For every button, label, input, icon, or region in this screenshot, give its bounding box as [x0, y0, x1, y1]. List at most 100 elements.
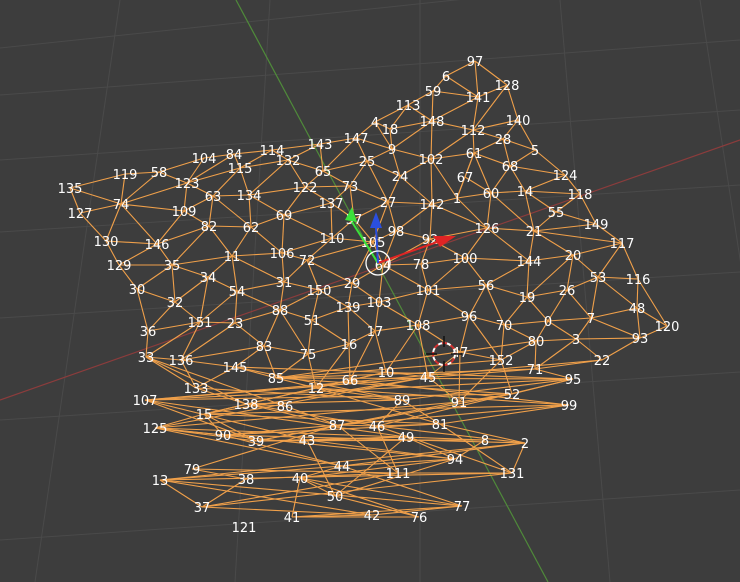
vertex-index-label: 0: [544, 315, 552, 330]
vertex-index-label: 110: [320, 232, 345, 247]
vertex-index-label: 20: [565, 249, 582, 264]
vertex-index-label: 148: [420, 115, 445, 130]
mesh-edges[interactable]: [69, 60, 668, 518]
vertex-index-label: 102: [419, 153, 444, 168]
mesh-edge[interactable]: [180, 345, 265, 361]
mesh-edge[interactable]: [575, 337, 641, 340]
vertex-index-label: 147: [344, 132, 369, 147]
vertex-index-label: 84: [226, 148, 243, 163]
vertex-index-label: 101: [416, 284, 441, 299]
vertex-index-label: 150: [307, 284, 332, 299]
vertex-index-label: 62: [243, 221, 260, 236]
vertex-index-label: 23: [227, 317, 244, 332]
vertex-index-label: 151: [188, 316, 213, 331]
vertex-index-label: 86: [277, 400, 294, 415]
vertex-index-label: 122: [293, 181, 318, 196]
vertex-index-label: 140: [506, 114, 531, 129]
vertex-index-label: 94: [447, 453, 464, 468]
vertex-index-label: 121: [232, 521, 257, 536]
vertex-index-label: 63: [205, 190, 222, 205]
vertex-index-label: 3: [572, 333, 580, 348]
vertex-index-label: 113: [396, 99, 421, 114]
vertex-index-label: 135: [58, 182, 83, 197]
vertex-index-label: 73: [342, 180, 359, 195]
vertex-index-label: 46: [369, 420, 386, 435]
vertex-index-label: 12: [308, 382, 325, 397]
vertex-index-label: 53: [590, 271, 607, 286]
vertex-index-label: 10: [378, 366, 395, 381]
vertex-index-label: 96: [461, 310, 478, 325]
vertex-index-label: 19: [519, 291, 536, 306]
vertex-index-label: 128: [495, 79, 520, 94]
vertex-index-label: 126: [475, 222, 500, 237]
floor-grid: [0, 0, 740, 582]
vertex-index-label: 11: [224, 250, 241, 265]
x-arrow-shaft[interactable]: [377, 240, 441, 264]
vertex-index-label: 42: [364, 509, 381, 524]
vertex-index-label: 76: [411, 511, 428, 526]
vertex-index-label: 87: [329, 419, 346, 434]
vertex-index-label: 149: [584, 218, 609, 233]
mesh-edge[interactable]: [299, 477, 420, 518]
mesh-edge[interactable]: [547, 317, 592, 322]
z-arrow-shaft[interactable]: [375, 227, 379, 264]
grid-line: [0, 39, 740, 96]
vertex-index-label: 40: [292, 472, 309, 487]
vertex-index-label: 116: [626, 273, 651, 288]
vertex-index-label: 35: [164, 259, 181, 274]
vertex-index-label: 25: [359, 155, 376, 170]
vertex-index-label: 13: [152, 474, 169, 489]
vertex-index-label: 50: [327, 490, 344, 505]
vertex-index-label: 36: [140, 325, 157, 340]
vertex-index-label: 146: [145, 238, 170, 253]
vertex-index-label: 41: [284, 511, 301, 526]
vertex-index-label: 97: [467, 55, 484, 70]
vertex-index-label: 89: [394, 394, 411, 409]
grid-line: [0, 0, 461, 49]
vertex-index-label: 145: [223, 361, 248, 376]
mesh-scene[interactable]: 97612859 1411131404 18148112285147143 9102 6…: [0, 0, 740, 582]
vertex-index-label: 31: [276, 276, 293, 291]
vertex-index-label: 51: [304, 314, 321, 329]
mesh-edge[interactable]: [245, 403, 378, 427]
vertex-index-label: 65: [315, 165, 332, 180]
vertex-index-label: 66: [342, 374, 359, 389]
vertex-index-label: 105: [361, 236, 386, 251]
vertex-index-label: 141: [466, 91, 491, 106]
vertex-index-label: 58: [151, 166, 168, 181]
3d-viewport[interactable]: 97 6 128 59 141 113 140 4 18 148 112 28 5 147 143 9 102 6…: [0, 0, 740, 582]
vertex-index-label: 21: [526, 225, 543, 240]
z-arrow-head[interactable]: [370, 212, 382, 228]
vertex-index-label: 98: [388, 225, 405, 240]
vertex-index-label: 125: [143, 422, 168, 437]
vertex-index-label: 75: [300, 348, 317, 363]
vertex-index-label: 15: [196, 408, 213, 423]
vertex-index-label: 129: [107, 259, 132, 274]
vertex-index-label: 99: [561, 399, 578, 414]
vertex-index-label: 30: [129, 283, 146, 298]
vertex-index-label: 95: [565, 373, 582, 388]
vertex-index-label: 54: [229, 285, 246, 300]
vertex-index-label: 39: [248, 435, 265, 450]
vertex-index-label: 59: [425, 85, 442, 100]
vertex-index-label: 118: [568, 188, 593, 203]
vertex-index-label: 104: [192, 152, 217, 167]
vertex-index-label: 27: [380, 196, 397, 211]
grid-line: [0, 184, 740, 233]
vertex-index-label: 56: [478, 279, 495, 294]
vertex-index-label: 123: [175, 177, 200, 192]
vertex-index-label: 17: [367, 325, 384, 340]
vertex-index-label: 22: [594, 354, 611, 369]
vertex-index-label: 33: [138, 351, 155, 366]
vertex-index-label: 16: [341, 338, 358, 353]
vertex-index-label: 152: [489, 354, 514, 369]
vertex-index-label: 5: [531, 144, 539, 159]
vertex-index-label: 2: [521, 437, 529, 452]
vertex-index-label: 108: [406, 319, 431, 334]
vertex-index-label: 109: [172, 205, 197, 220]
vertex-index-label: 77: [454, 500, 471, 515]
vertex-index-label: 136: [169, 354, 194, 369]
vertex-index-label: 49: [398, 431, 415, 446]
vertex-index-label: 85: [268, 372, 285, 387]
vertex-index-label: 111: [386, 467, 411, 482]
